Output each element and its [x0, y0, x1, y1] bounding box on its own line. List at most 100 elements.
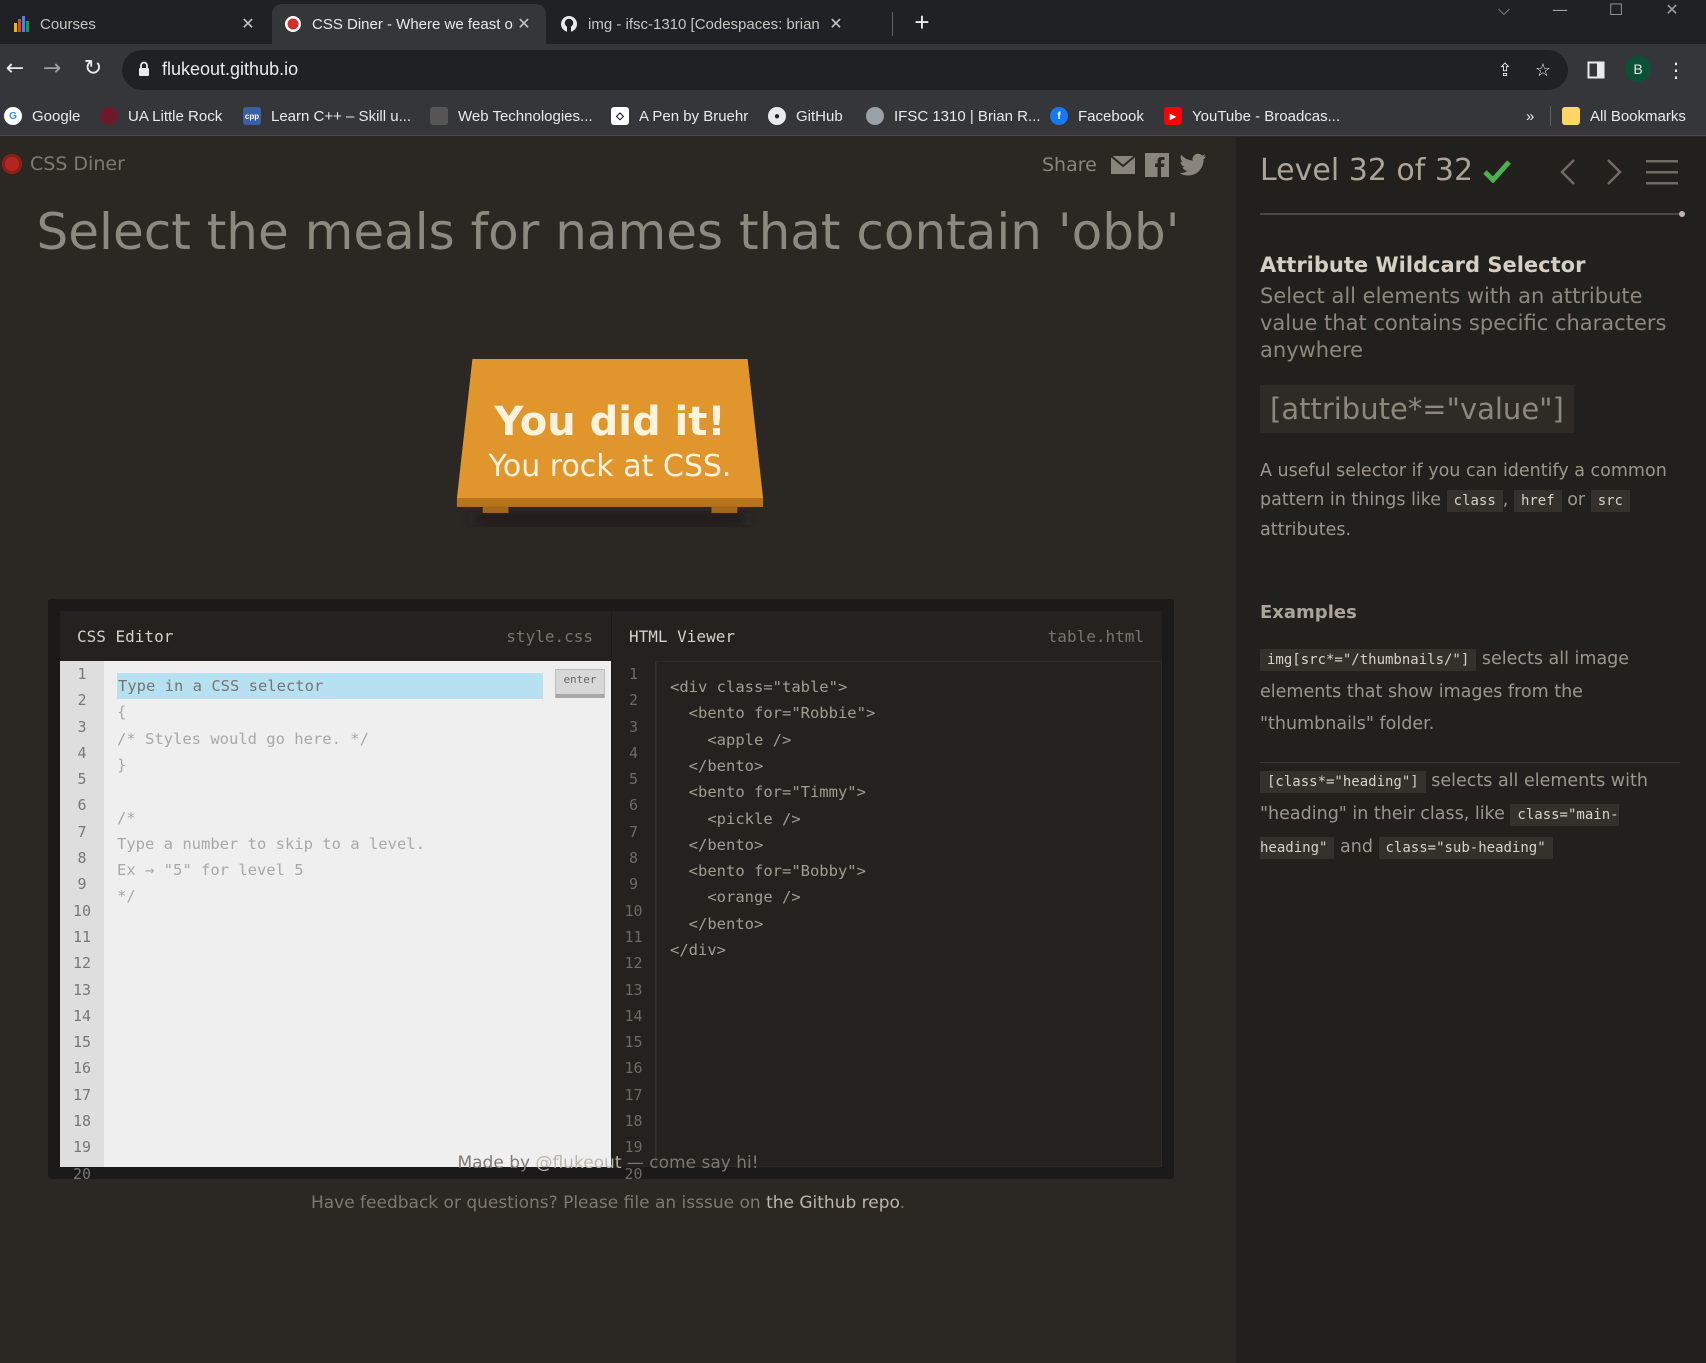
all-bookmarks[interactable]: All Bookmarks: [1562, 104, 1686, 128]
code-line: <apple />: [670, 730, 792, 749]
browser-toolbar: ← → ↻ flukeout.github.io ⇪ ☆ B ⋮: [0, 44, 1706, 96]
line-number: 7: [77, 822, 87, 841]
reload-icon[interactable]: ↻: [78, 54, 108, 84]
line-number: 16: [72, 1059, 92, 1078]
url-text: flukeout.github.io: [162, 59, 299, 79]
line-number: 4: [628, 743, 639, 762]
winner-line-2: You rock at CSS.: [488, 449, 732, 484]
bookmark-label: Learn C++ – Skill u...: [271, 107, 412, 125]
email-icon[interactable]: [1110, 156, 1135, 174]
twitter-icon[interactable]: [1179, 153, 1207, 177]
level-menu-icon[interactable]: [1644, 157, 1680, 187]
line-number: 1: [628, 665, 639, 683]
lock-icon: [139, 61, 149, 76]
previous-level-icon[interactable]: [1554, 157, 1584, 187]
castle-icon: [430, 107, 448, 125]
code-href: href: [1513, 490, 1562, 512]
bookmark-label: UA Little Rock: [128, 107, 223, 125]
menu-kebab-icon[interactable]: ⋮: [1662, 56, 1690, 84]
line-number: 5: [628, 770, 639, 789]
code-line: */: [117, 887, 136, 906]
line-number: 14: [72, 1006, 92, 1025]
enter-button[interactable]: enter: [555, 669, 605, 698]
bookmark-ifsc-1310[interactable]: IFSC 1310 | Brian R...: [866, 104, 1040, 128]
flukeout-link[interactable]: @flukeout: [535, 1153, 621, 1173]
code-line: </div>: [670, 941, 726, 959]
css-code-area: enter {/* Styles would go here. */} /* Typ…: [104, 661, 611, 1167]
side-panel-icon[interactable]: [1582, 56, 1610, 84]
help-text: attributes.: [1260, 520, 1352, 540]
diner-logo-icon: [2, 154, 22, 174]
level-progress-marker: [1679, 211, 1685, 217]
line-number: 11: [624, 927, 643, 946]
site-logo[interactable]: CSS Diner: [2, 153, 125, 175]
level-header: Level 32 of 32: [1260, 153, 1511, 188]
bookmark-google[interactable]: G Google: [4, 104, 80, 128]
bookmark-codepen[interactable]: ◇ A Pen by Bruehr: [611, 104, 748, 128]
winner-table: You did it! You rock at CSS.: [432, 359, 788, 559]
css-selector-input[interactable]: [117, 673, 543, 699]
line-number: 14: [624, 1006, 643, 1025]
back-icon[interactable]: ←: [0, 54, 30, 84]
css-editor-header: CSS Editor style.css: [60, 611, 611, 661]
line-number: 6: [77, 796, 87, 815]
code-line: Type a number to skip to a level.: [117, 834, 425, 853]
bookmark-github[interactable]: ● GitHub: [768, 104, 843, 128]
line-number: 15: [72, 1033, 92, 1052]
example-2-code-sub: class="sub-heading": [1378, 837, 1553, 859]
forward-icon[interactable]: →: [37, 54, 67, 84]
line-number: 7: [628, 822, 639, 841]
close-icon[interactable]: ✕: [826, 14, 846, 34]
google-icon: G: [4, 107, 22, 125]
bookmark-label: GitHub: [796, 107, 843, 125]
line-number: 11: [72, 927, 92, 946]
bookmarks-divider: [1550, 106, 1551, 126]
bookmark-star-icon[interactable]: ☆: [1532, 60, 1554, 82]
facebook-icon[interactable]: [1144, 153, 1169, 177]
code-line: }: [117, 755, 127, 774]
close-icon[interactable]: ✕: [238, 14, 258, 34]
profile-avatar[interactable]: B: [1625, 56, 1651, 82]
new-tab-icon[interactable]: +: [908, 8, 936, 36]
bookmark-learn-cpp[interactable]: cpp Learn C++ – Skill u...: [243, 104, 411, 128]
share-label: Share: [1042, 154, 1097, 176]
help-text: or: [1561, 490, 1591, 510]
bookmark-ua-little-rock[interactable]: UA Little Rock: [100, 104, 222, 128]
bookmarks-overflow-icon[interactable]: »: [1526, 104, 1534, 128]
close-icon[interactable]: ✕: [514, 14, 534, 34]
bookmark-facebook[interactable]: f Facebook: [1050, 104, 1144, 128]
footer-credit-prefix: Made by: [457, 1153, 536, 1173]
share-page-icon[interactable]: ⇪: [1494, 60, 1516, 82]
css-line-numbers: 1 2 3 4 5 6 7 8 9 10 11 12 13 14 15 16 17 18 19 20: [60, 661, 104, 1183]
line-number: 5: [77, 770, 87, 789]
footer-feedback-suffix: .: [899, 1193, 906, 1213]
share-bar: Share: [1042, 153, 1217, 177]
bookmark-label: Web Technologies...: [458, 107, 593, 125]
tab-title: CSS Diner - Where we feast on CSS: [312, 15, 514, 33]
css-editor-filename: style.css: [506, 627, 593, 646]
page: CSS Diner Share Select the meals for nam…: [0, 137, 1706, 1363]
ualr-icon: [100, 107, 118, 125]
bookmark-label: YouTube - Broadcas...: [1192, 107, 1341, 125]
bookmark-label: A Pen by Bruehr: [639, 107, 749, 125]
next-level-icon[interactable]: [1598, 157, 1628, 187]
line-number: 18: [624, 1112, 643, 1131]
tab-css-diner[interactable]: CSS Diner - Where we feast on CSS ✕: [272, 4, 546, 44]
minimize-icon[interactable]: —: [1536, 0, 1584, 22]
tab-courses[interactable]: Courses ✕: [0, 4, 270, 44]
browser-tabstrip: Courses ✕ CSS Diner - Where we feast on …: [0, 0, 1706, 44]
bookmark-web-technologies[interactable]: Web Technologies...: [430, 104, 593, 128]
window-close-icon[interactable]: ✕: [1648, 0, 1696, 22]
example-2: [class*="heading"] selects all elements …: [1260, 765, 1670, 864]
css-editor-pane: CSS Editor style.css 1 2 3 4 5 6 7 8 9 10 11 12 13 14…: [60, 611, 611, 1183]
tab-codespaces[interactable]: img - ifsc-1310 [Codespaces: brian ✕: [548, 4, 888, 44]
address-bar[interactable]: flukeout.github.io ⇪ ☆: [122, 50, 1568, 90]
code-class: class: [1446, 490, 1503, 512]
maximize-icon[interactable]: ☐: [1592, 0, 1640, 22]
github-repo-link[interactable]: the Github repo: [766, 1193, 900, 1213]
level-indicator: Level 32 of 32: [1260, 153, 1474, 188]
code-line: </bento>: [670, 914, 764, 933]
tab-search-icon[interactable]: ⌵: [1480, 0, 1528, 22]
checkmark-icon: [1483, 159, 1511, 183]
bookmark-youtube[interactable]: ▶ YouTube - Broadcas...: [1164, 104, 1340, 128]
